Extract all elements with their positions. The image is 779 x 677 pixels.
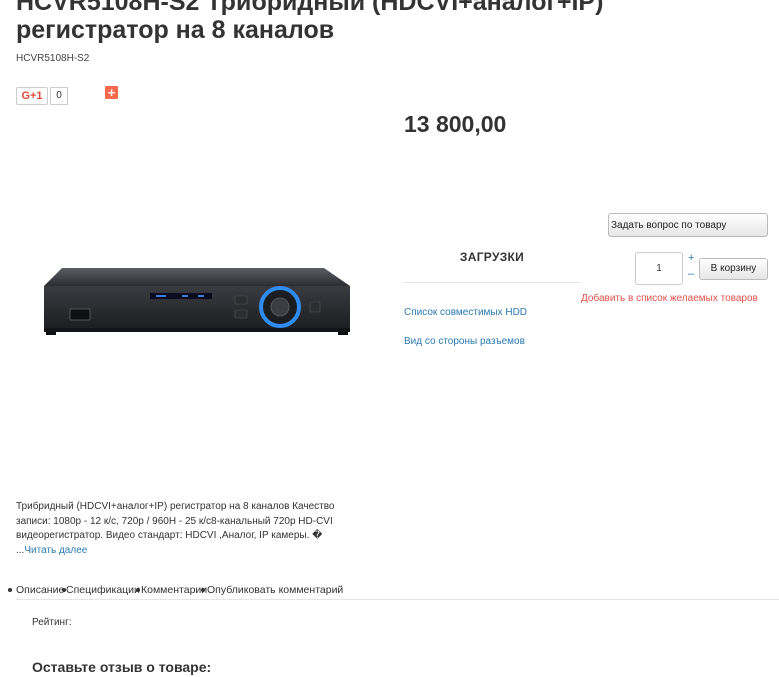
tab-post-comment[interactable]: Опубликовать комментарий <box>207 584 343 596</box>
quantity-increase-button[interactable]: + <box>688 252 694 264</box>
tab-comments[interactable]: Комментарии <box>141 584 207 596</box>
review-form-title: Оставьте отзыв о товаре: <box>32 659 212 675</box>
tab-specifications[interactable]: Спецификации <box>66 584 140 596</box>
rating-label: Рейтинг: <box>32 617 72 628</box>
dvr-device-image <box>44 268 350 335</box>
tab-bullet <box>201 588 205 592</box>
downloads-divider <box>404 282 580 283</box>
product-price: 13 800,00 <box>404 111 507 137</box>
add-to-wishlist-link[interactable]: Добавить в список желаемых товаров <box>581 293 758 304</box>
tabs-divider <box>16 599 779 600</box>
product-title: HCVR5108H-S2 Трибридный (HDCVI+аналог+IP… <box>16 0 604 44</box>
ask-question-button[interactable]: Задать вопрос по товару <box>608 213 768 237</box>
google-plus-button[interactable]: G+1 <box>16 87 48 105</box>
download-link-hdd-list[interactable]: Список совместимых HDD <box>404 307 527 318</box>
add-to-cart-button[interactable]: В корзину <box>699 258 768 280</box>
quantity-input[interactable]: 1 <box>635 252 683 285</box>
share-plus-icon[interactable]: + <box>105 86 118 99</box>
google-plus-count: 0 <box>50 87 68 105</box>
tab-description[interactable]: Описание <box>16 584 64 596</box>
read-more-link[interactable]: Читать далее <box>24 545 87 556</box>
download-link-connectors-view[interactable]: Вид со стороны разъемов <box>404 336 525 347</box>
tab-bullet <box>136 588 140 592</box>
tab-bullet <box>8 588 12 592</box>
quantity-decrease-button[interactable]: – <box>688 268 694 280</box>
downloads-heading: ЗАГРУЗКИ <box>459 250 525 264</box>
product-image[interactable] <box>32 256 362 347</box>
product-short-description: Трибридный (HDCVI+аналог+IP) регистратор… <box>16 500 358 558</box>
product-sku: HCVR5108H-S2 <box>16 53 90 64</box>
